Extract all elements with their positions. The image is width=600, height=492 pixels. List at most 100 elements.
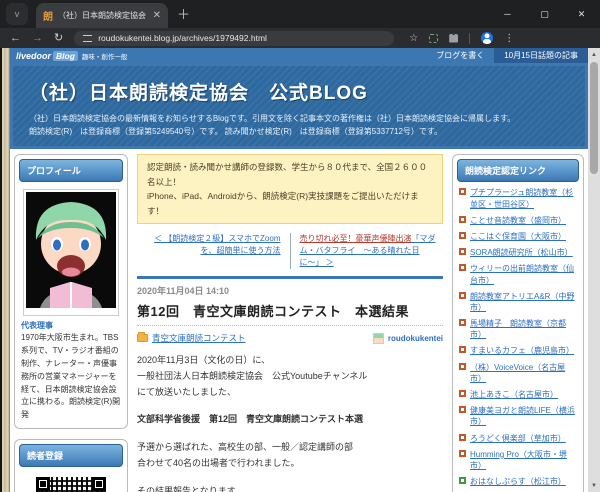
reload-icon[interactable]: ↻ bbox=[54, 33, 63, 44]
category-link[interactable]: 青空文庫朗読コンテスト bbox=[152, 332, 246, 344]
content-area: プロフィール bbox=[10, 149, 588, 492]
chevron-down-icon: v bbox=[15, 9, 20, 19]
certified-link[interactable]: ウィリーの出前朗読教室（仙台市） bbox=[470, 263, 577, 285]
body-paragraph: 予選から選ばれた、高校生の部、一般／認定講師の部 bbox=[137, 440, 443, 456]
notice-line1: 認定朗読・読み聞かせ講師の登録数、学生から８０代まで、全国２６００名以上！ bbox=[147, 160, 433, 189]
browser-tab[interactable]: 朗 （社）日本朗読検定協会 公式 ✕ bbox=[36, 3, 168, 28]
bullet-square-icon bbox=[459, 292, 466, 299]
scrollbar-thumb[interactable] bbox=[590, 62, 598, 174]
next-post-link-emphasis[interactable]: 売り切れ必至！豪華声優陣出演 bbox=[300, 234, 412, 243]
links-heading: 朗読検定認定リンク bbox=[457, 159, 579, 182]
livedoor-category-label[interactable]: 趣味・創作一般 bbox=[82, 51, 128, 61]
bullet-square-icon bbox=[459, 450, 466, 457]
certified-link[interactable]: 健康美ヨガと朗読LIFE（横浜市） bbox=[470, 405, 577, 427]
bullet-square-icon bbox=[459, 232, 466, 239]
new-tab-button[interactable]: ＋ bbox=[177, 4, 190, 23]
bullet-square-icon bbox=[459, 264, 466, 271]
certified-link[interactable]: すまいるカフェ（鹿児島市） bbox=[470, 345, 574, 356]
certified-link[interactable]: Humming Pro（大阪市・堺市） bbox=[470, 449, 577, 471]
certified-link[interactable]: ろうどく倶楽部（草加市） bbox=[470, 433, 566, 444]
page-scrollbar[interactable]: ▲ ▼ bbox=[588, 48, 600, 492]
list-item: （株）VoiceVoice（名古屋市） bbox=[459, 362, 577, 384]
list-item: ウィリーの出前朗読教室（仙台市） bbox=[459, 263, 577, 285]
selection-extension-icon[interactable] bbox=[429, 34, 438, 43]
profile-role-link[interactable]: 代表理事 bbox=[21, 320, 121, 331]
bullet-square-icon bbox=[459, 188, 466, 195]
menu-kebab-icon[interactable]: ⋮ bbox=[504, 33, 514, 44]
topics-link[interactable]: 10月15日話題の記事 bbox=[494, 48, 588, 63]
qr-code-image bbox=[36, 477, 106, 492]
reader-heading: 読者登録 bbox=[19, 444, 123, 467]
browser-window: v 朗 （社）日本朗読検定協会 公式 ✕ ＋ ─ ▢ ✕ ← → ↻ roudo… bbox=[0, 0, 600, 492]
author-name: roudokukentei bbox=[388, 334, 443, 343]
livedoor-blog-badge[interactable]: Blog bbox=[53, 51, 78, 61]
forward-icon[interactable]: → bbox=[32, 33, 43, 44]
site-favicon-icon: 朗 bbox=[43, 8, 53, 23]
certified-link[interactable]: プチプラージュ朗読教室（杉並区・世田谷区） bbox=[470, 187, 577, 209]
address-bar[interactable]: roudokukentei.blog.jp/archives/1979492.h… bbox=[74, 31, 394, 46]
post-title: 第12回 青空文庫朗読コンテスト 本選結果 bbox=[137, 301, 443, 320]
reader-box: 読者登録 bbox=[14, 439, 128, 492]
dotted-divider bbox=[137, 325, 443, 326]
bookmark-star-icon[interactable]: ☆ bbox=[409, 33, 418, 44]
certified-link[interactable]: （株）VoiceVoice（名古屋市） bbox=[470, 362, 577, 384]
certified-link[interactable]: 池上あきこ（名古屋市） bbox=[470, 389, 558, 400]
list-item: ここはぐ保育園（大阪市） bbox=[459, 231, 577, 242]
post-date: 2020年11月04日 14:10 bbox=[137, 284, 443, 297]
list-item: 健康美ヨガと朗読LIFE（横浜市） bbox=[459, 405, 577, 427]
site-settings-icon[interactable] bbox=[83, 35, 92, 42]
minimize-button[interactable]: ─ bbox=[489, 0, 526, 28]
notice-banner: 認定朗読・読み聞かせ講師の登録数、学生から８０代まで、全国２６００名以上！ iP… bbox=[137, 154, 443, 224]
right-sidebar: 朗読検定認定リンク プチプラージュ朗読教室（杉並区・世田谷区） ことせ音読教室（… bbox=[452, 154, 584, 487]
browser-toolbar: ← → ↻ roudokukentei.blog.jp/archives/197… bbox=[0, 28, 600, 48]
tab-close-icon[interactable]: ✕ bbox=[153, 10, 161, 21]
profile-box: プロフィール bbox=[14, 154, 128, 429]
scroll-up-icon[interactable]: ▲ bbox=[591, 48, 597, 61]
body-paragraph-bold: 文部科学省後援 第12回 青空文庫朗読コンテスト本選 bbox=[137, 412, 443, 428]
scroll-down-icon[interactable]: ▼ bbox=[591, 479, 597, 492]
profile-heading: プロフィール bbox=[19, 159, 123, 182]
certified-link[interactable]: おはなしぷらす（松江市） bbox=[470, 476, 566, 487]
qr-finder-icon bbox=[36, 477, 50, 491]
left-sidebar: プロフィール bbox=[14, 154, 128, 487]
post-navigation: ＜ 【朗読検定２級】スマホでZoomを、超簡単に使う方法 売り切れ必至！豪華声優… bbox=[141, 233, 439, 269]
certified-link[interactable]: SORA朗読研究所（松山市） bbox=[470, 247, 573, 258]
folder-icon bbox=[137, 334, 148, 342]
profile-avatar-image bbox=[23, 189, 119, 316]
bullet-square-icon bbox=[459, 434, 466, 441]
bullet-square-icon bbox=[459, 319, 466, 326]
profile-avatar-icon[interactable] bbox=[481, 32, 493, 44]
qr-finder-icon bbox=[92, 477, 106, 491]
certified-links-box: 朗読検定認定リンク プチプラージュ朗読教室（杉並区・世田谷区） ことせ音読教室（… bbox=[452, 154, 584, 492]
extensions-puzzle-icon[interactable] bbox=[449, 34, 458, 43]
list-item: おはなしぷらす（松江市） bbox=[459, 476, 577, 487]
back-icon[interactable]: ← bbox=[10, 33, 21, 44]
bullet-square-icon bbox=[459, 477, 466, 484]
bullet-square-icon bbox=[459, 390, 466, 397]
close-button[interactable]: ✕ bbox=[563, 0, 600, 28]
blog-title[interactable]: （社）日本朗読検定協会 公式BLOG bbox=[29, 78, 569, 105]
tab-search-button[interactable]: v bbox=[6, 3, 28, 25]
list-item: 朗読教室アトリエA&R（中野市） bbox=[459, 291, 577, 313]
certified-link[interactable]: ここはぐ保育園（大阪市） bbox=[470, 231, 566, 242]
bullet-square-icon bbox=[459, 248, 466, 255]
write-blog-link[interactable]: ブログを書く bbox=[426, 50, 494, 61]
body-paragraph: その結果報告となります。 bbox=[137, 484, 443, 492]
bullet-square-icon bbox=[459, 363, 466, 370]
author-chip[interactable]: roudokukentei bbox=[373, 333, 443, 344]
certified-link[interactable]: 朗読教室アトリエA&R（中野市） bbox=[470, 291, 577, 313]
list-item: ことせ音読教室（盛岡市） bbox=[459, 215, 577, 226]
post-body: 2020年11月3日（文化の日）に、 一般社団法人日本朗読検定協会 公式Yout… bbox=[137, 353, 443, 492]
list-item: SORA朗読研究所（松山市） bbox=[459, 247, 577, 258]
window-controls: ─ ▢ ✕ bbox=[489, 0, 600, 28]
prev-post-link[interactable]: ＜ 【朗読検定２級】スマホでZoomを、超簡単に使う方法 bbox=[154, 234, 280, 255]
body-paragraph: 2020年11月3日（文化の日）に、 bbox=[137, 353, 443, 369]
certified-link[interactable]: ことせ音読教室（盛岡市） bbox=[470, 215, 566, 226]
maximize-button[interactable]: ▢ bbox=[526, 0, 563, 28]
bullet-square-icon bbox=[459, 406, 466, 413]
livedoor-logo[interactable]: livedoor bbox=[16, 51, 51, 61]
list-item: すまいるカフェ（鹿児島市） bbox=[459, 345, 577, 356]
bullet-square-icon bbox=[459, 216, 466, 223]
body-paragraph: 合わせて40名の出場者で行われました。 bbox=[137, 456, 443, 472]
certified-link[interactable]: 馬場精子 朗読教室（京都市） bbox=[470, 318, 577, 340]
